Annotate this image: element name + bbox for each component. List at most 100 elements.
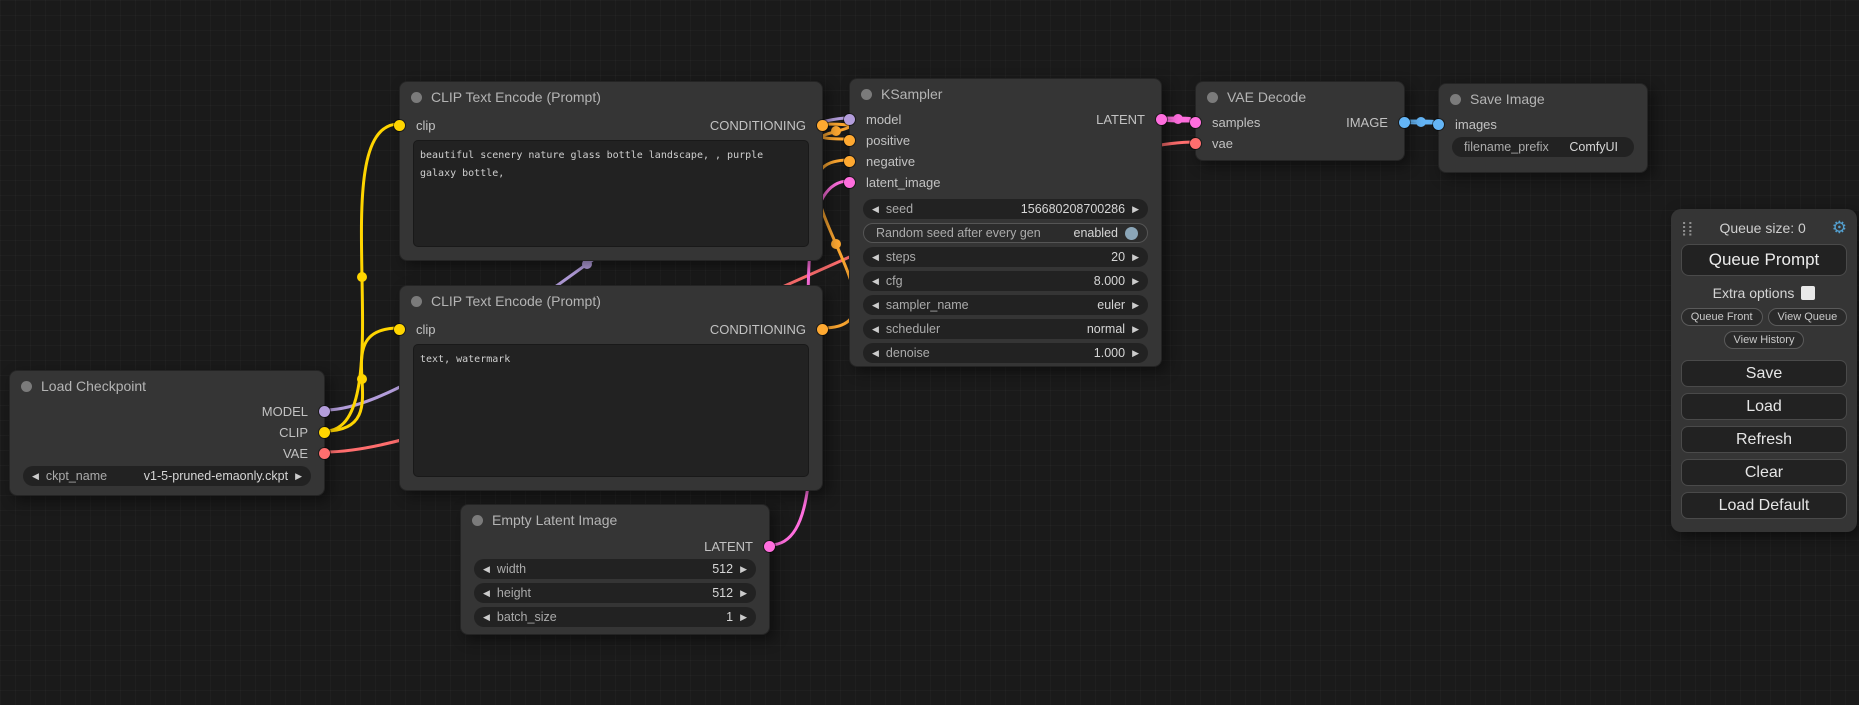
load-button[interactable]: Load [1681,393,1847,420]
conditioning-output-port[interactable] [817,324,828,335]
steps-widget[interactable]: steps 20 [863,247,1148,267]
collapse-dot-icon[interactable] [472,515,483,526]
node-load-checkpoint[interactable]: Load Checkpoint MODEL CLIP VAE ckpt_name… [9,370,325,496]
clear-button[interactable]: Clear [1681,459,1847,486]
model-input-port[interactable] [844,114,855,125]
collapse-dot-icon[interactable] [411,92,422,103]
cfg-widget[interactable]: cfg 8.000 [863,271,1148,291]
output-label-latent: LATENT [704,539,753,554]
node-ksampler[interactable]: KSampler model LATENT positive negative … [849,78,1162,367]
decrement-arrow-icon[interactable] [872,349,879,358]
model-output-port[interactable] [319,406,330,417]
node-title-bar[interactable]: Empty Latent Image [461,505,769,535]
increment-arrow-icon[interactable] [1132,349,1139,358]
denoise-widget[interactable]: denoise 1.000 [863,343,1148,363]
link-midpoint-dot [1173,114,1183,124]
refresh-button[interactable]: Refresh [1681,426,1847,453]
collapse-dot-icon[interactable] [861,89,872,100]
clip-input-port[interactable] [394,324,405,335]
widget-value: 1 [726,610,733,624]
node-title-bar[interactable]: Load Checkpoint [10,371,324,401]
widget-label: height [497,586,531,600]
width-widget[interactable]: width 512 [474,559,756,579]
vae-input-port[interactable] [1190,138,1201,149]
node-vae-decode[interactable]: VAE Decode samples IMAGE vae [1195,81,1405,161]
widget-value: 512 [712,586,733,600]
random-seed-toggle-widget[interactable]: Random seed after every gen enabled [863,223,1148,243]
node-empty-latent-image[interactable]: Empty Latent Image LATENT width 512 heig… [460,504,770,635]
images-input-port[interactable] [1433,119,1444,130]
decrement-arrow-icon[interactable] [483,589,490,598]
node-clip-text-encode-positive[interactable]: CLIP Text Encode (Prompt) clip CONDITION… [399,81,823,261]
batch-size-widget[interactable]: batch_size 1 [474,607,756,627]
toggle-knob[interactable] [1125,227,1138,240]
gear-icon[interactable] [1832,218,1847,238]
increment-arrow-icon[interactable] [1132,325,1139,334]
latent-output-port[interactable] [1156,114,1167,125]
output-label-conditioning: CONDITIONING [710,322,806,337]
node-title-bar[interactable]: CLIP Text Encode (Prompt) [400,82,822,112]
clip-input-port[interactable] [394,120,405,131]
widget-label: ckpt_name [46,469,107,483]
collapse-dot-icon[interactable] [1450,94,1461,105]
queue-front-button[interactable]: Queue Front [1681,308,1763,326]
increment-arrow-icon[interactable] [740,589,747,598]
ckpt-name-widget[interactable]: ckpt_name v1-5-pruned-emaonly.ckpt [23,466,311,486]
node-title-bar[interactable]: KSampler [850,79,1161,109]
decrement-arrow-icon[interactable] [872,301,879,310]
view-queue-button[interactable]: View Queue [1768,308,1848,326]
negative-input-port[interactable] [844,156,855,167]
widget-label: sampler_name [886,298,969,312]
queue-menu-panel: Queue size: 0 Queue Prompt Extra options… [1671,209,1857,532]
samples-input-port[interactable] [1190,117,1201,128]
extra-options-checkbox[interactable] [1801,286,1815,300]
node-title-bar[interactable]: VAE Decode [1196,82,1404,112]
scheduler-widget[interactable]: scheduler normal [863,319,1148,339]
decrement-arrow-icon[interactable] [483,565,490,574]
queue-prompt-button[interactable]: Queue Prompt [1681,244,1847,276]
sampler-name-widget[interactable]: sampler_name euler [863,295,1148,315]
clip-output-port[interactable] [319,427,330,438]
comfyui-canvas[interactable]: { "colors": { "model": "#b39ddb", "clip"… [0,0,1859,705]
slot-row: MODEL [10,401,324,422]
collapse-dot-icon[interactable] [21,381,32,392]
input-label-negative: negative [866,154,915,169]
positive-input-port[interactable] [844,135,855,146]
slot-row: CLIP [10,422,324,443]
view-history-button[interactable]: View History [1724,331,1805,349]
image-output-port[interactable] [1399,117,1410,128]
seed-widget[interactable]: seed 156680208700286 [863,199,1148,219]
decrement-arrow-icon[interactable] [872,277,879,286]
collapse-dot-icon[interactable] [1207,92,1218,103]
latent-image-input-port[interactable] [844,177,855,188]
widget-value: 156680208700286 [1021,202,1125,216]
increment-arrow-icon[interactable] [1132,277,1139,286]
increment-arrow-icon[interactable] [740,565,747,574]
collapse-dot-icon[interactable] [411,296,422,307]
height-widget[interactable]: height 512 [474,583,756,603]
increment-arrow-icon[interactable] [740,613,747,622]
node-save-image[interactable]: Save Image images filename_prefix ComfyU… [1438,83,1648,173]
negative-prompt-textarea[interactable]: text, watermark [413,344,809,477]
load-default-button[interactable]: Load Default [1681,492,1847,519]
save-button[interactable]: Save [1681,360,1847,387]
decrement-arrow-icon[interactable] [483,613,490,622]
conditioning-output-port[interactable] [817,120,828,131]
node-title-bar[interactable]: Save Image [1439,84,1647,114]
increment-arrow-icon[interactable] [295,472,302,481]
increment-arrow-icon[interactable] [1132,205,1139,214]
decrement-arrow-icon[interactable] [872,205,879,214]
increment-arrow-icon[interactable] [1132,301,1139,310]
vae-output-port[interactable] [319,448,330,459]
increment-arrow-icon[interactable] [1132,253,1139,262]
latent-output-port[interactable] [764,541,775,552]
decrement-arrow-icon[interactable] [32,472,39,481]
node-title-bar[interactable]: CLIP Text Encode (Prompt) [400,286,822,316]
filename-prefix-widget[interactable]: filename_prefix ComfyUI [1452,137,1634,157]
link-midpoint-dot [357,272,367,282]
decrement-arrow-icon[interactable] [872,325,879,334]
node-clip-text-encode-negative[interactable]: CLIP Text Encode (Prompt) clip CONDITION… [399,285,823,491]
positive-prompt-textarea[interactable]: beautiful scenery nature glass bottle la… [413,140,809,247]
decrement-arrow-icon[interactable] [872,253,879,262]
drag-handle-icon[interactable] [1681,220,1694,237]
